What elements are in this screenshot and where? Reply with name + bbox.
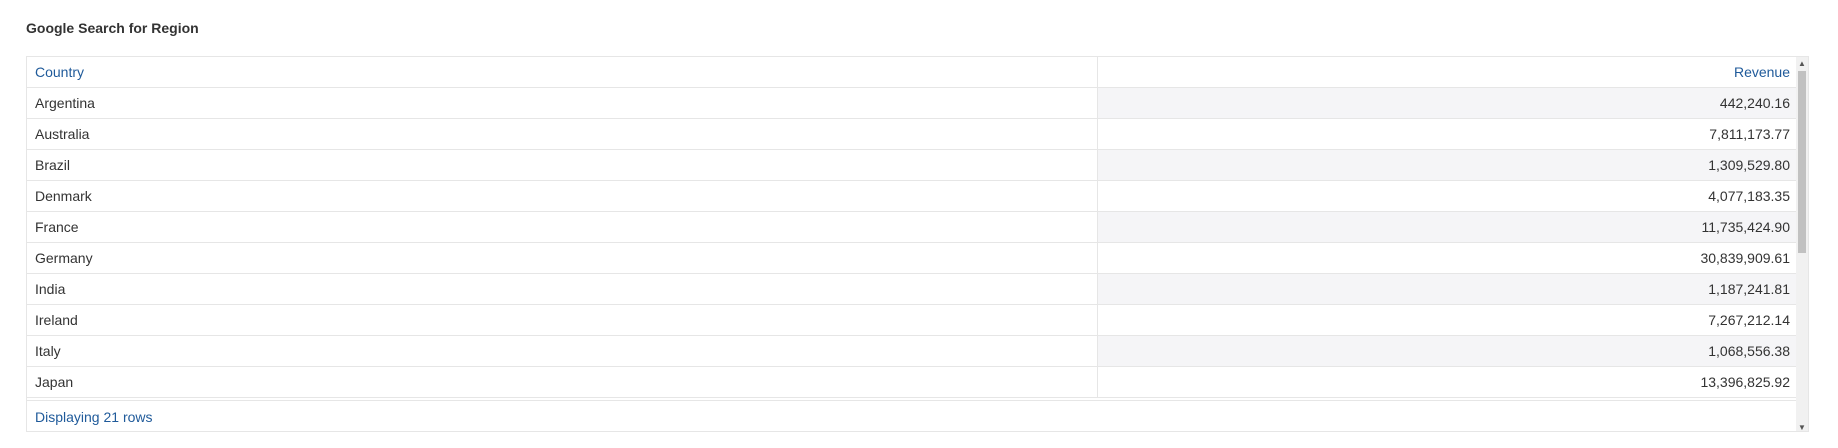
cell-country: Australia	[27, 119, 1098, 149]
table-row[interactable]: France 11,735,424.90	[27, 212, 1798, 243]
column-header-revenue[interactable]: Revenue	[1098, 57, 1798, 87]
cell-revenue: 1,187,241.81	[1098, 274, 1798, 304]
table-row[interactable]: Japan 13,396,825.92	[27, 367, 1798, 398]
scroll-thumb[interactable]	[1798, 71, 1806, 253]
vertical-scrollbar[interactable]: ▲ ▼	[1796, 57, 1808, 432]
column-header-country[interactable]: Country	[27, 57, 1098, 87]
cell-revenue: 11,735,424.90	[1098, 212, 1798, 242]
cell-country: Ireland	[27, 305, 1098, 335]
table-row[interactable]: India 1,187,241.81	[27, 274, 1798, 305]
table-row[interactable]: Germany 30,839,909.61	[27, 243, 1798, 274]
cell-revenue: 1,068,556.38	[1098, 336, 1798, 366]
cell-country: France	[27, 212, 1098, 242]
cell-revenue: 13,396,825.92	[1098, 367, 1798, 397]
table-row[interactable]: Ireland 7,267,212.14	[27, 305, 1798, 336]
data-table: Country Revenue Argentina 442,240.16 Austr…	[26, 56, 1809, 432]
cell-country: Argentina	[27, 88, 1098, 118]
scroll-up-icon[interactable]: ▲	[1796, 57, 1808, 69]
table-row[interactable]: Denmark 4,077,183.35	[27, 181, 1798, 212]
table-row[interactable]: Brazil 1,309,529.80	[27, 150, 1798, 181]
cell-country: Germany	[27, 243, 1098, 273]
cell-country: India	[27, 274, 1098, 304]
table-grid: Country Revenue Argentina 442,240.16 Austr…	[27, 57, 1798, 398]
cell-revenue: 7,811,173.77	[1098, 119, 1798, 149]
cell-country: Denmark	[27, 181, 1098, 211]
cell-revenue: 4,077,183.35	[1098, 181, 1798, 211]
table-row[interactable]: Italy 1,068,556.38	[27, 336, 1798, 367]
cell-revenue: 30,839,909.61	[1098, 243, 1798, 273]
table-row[interactable]: Australia 7,811,173.77	[27, 119, 1798, 150]
cell-revenue: 442,240.16	[1098, 88, 1798, 118]
scroll-down-icon[interactable]: ▼	[1796, 421, 1808, 432]
cell-revenue: 7,267,212.14	[1098, 305, 1798, 335]
cell-revenue: 1,309,529.80	[1098, 150, 1798, 180]
cell-country: Japan	[27, 367, 1098, 397]
panel-title: Google Search for Region	[26, 20, 199, 36]
table-header-row: Country Revenue	[27, 57, 1798, 88]
table-row[interactable]: Argentina 442,240.16	[27, 88, 1798, 119]
cell-country: Brazil	[27, 150, 1098, 180]
row-count-footer: Displaying 21 rows	[27, 400, 1798, 431]
cell-country: Italy	[27, 336, 1098, 366]
